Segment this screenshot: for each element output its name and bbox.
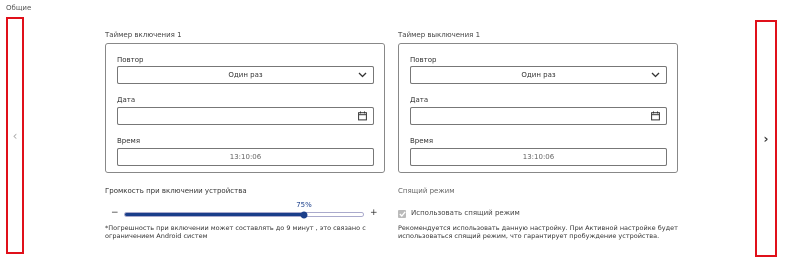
on-repeat-select[interactable]: Один раз [117, 66, 374, 84]
chevron-left-icon: ‹ [12, 128, 18, 143]
off-timer-panel: Повтор Один раз Дата Время 13:10:06 [398, 43, 678, 173]
calendar-icon[interactable] [651, 111, 660, 121]
on-repeat-value: Один раз [228, 71, 263, 79]
off-repeat-value: Один раз [521, 71, 556, 79]
chevron-down-icon [358, 72, 367, 78]
on-time-value: 13:10:06 [229, 153, 262, 161]
on-timer-panel: Повтор Один раз Дата Время 13:10:06 [105, 43, 385, 173]
sleep-mode-description: Рекомендуется использовать данную настро… [398, 224, 678, 240]
off-time-value: 13:10:06 [522, 153, 555, 161]
sleep-mode-checkbox[interactable] [398, 210, 406, 218]
off-timer-title: Таймер выключения 1 [398, 31, 481, 39]
on-timer-title: Таймер включения 1 [105, 31, 182, 39]
off-date-label: Дата [410, 96, 429, 104]
off-repeat-label: Повтор [410, 56, 437, 64]
next-button[interactable]: › [755, 20, 777, 257]
volume-decrease-button[interactable]: − [111, 208, 119, 218]
section-title: Общие [6, 4, 32, 12]
sleep-mode-label: Спящий режим [398, 187, 455, 195]
volume-slider-fill [125, 213, 304, 216]
check-icon [398, 211, 406, 217]
volume-slider[interactable] [124, 211, 364, 218]
volume-increase-button[interactable]: + [370, 208, 378, 218]
off-time-label: Время [410, 137, 434, 145]
on-date-field[interactable] [117, 107, 374, 125]
chevron-right-icon: › [763, 131, 769, 146]
sleep-mode-checkbox-label: Использовать спящий режим [411, 209, 520, 217]
volume-value: 75% [296, 201, 312, 209]
calendar-icon[interactable] [358, 111, 367, 121]
on-repeat-label: Повтор [117, 56, 144, 64]
on-time-label: Время [117, 137, 141, 145]
off-time-field[interactable]: 13:10:06 [410, 148, 667, 166]
volume-note: *Погрешность при включении может составл… [105, 224, 366, 240]
chevron-down-icon [651, 72, 660, 78]
volume-label: Громкость при включении устройства [105, 187, 247, 195]
off-repeat-select[interactable]: Один раз [410, 66, 667, 84]
off-date-field[interactable] [410, 107, 667, 125]
prev-button[interactable]: ‹ [6, 17, 24, 254]
on-time-field[interactable]: 13:10:06 [117, 148, 374, 166]
volume-slider-thumb[interactable] [300, 211, 307, 218]
on-date-label: Дата [117, 96, 136, 104]
